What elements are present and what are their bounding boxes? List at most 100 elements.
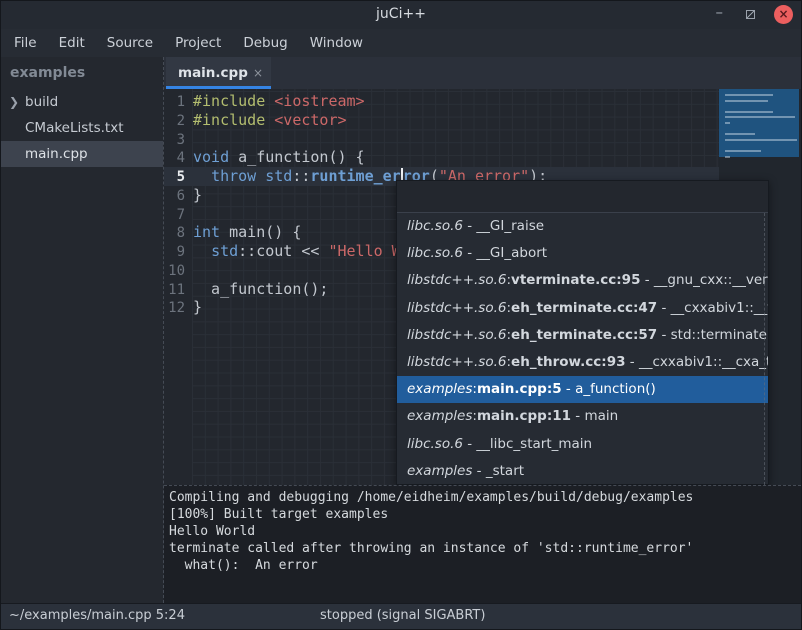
- terminal-line: Compiling and debugging /home/eidheim/ex…: [169, 489, 801, 506]
- line-number: 12: [164, 299, 185, 318]
- library-name: libc.so.6: [407, 436, 463, 452]
- menu-file[interactable]: File: [3, 35, 48, 51]
- sidebar-item-build[interactable]: ❯build: [1, 89, 163, 115]
- file-location: eh_terminate.cc:57: [511, 327, 657, 343]
- status-bar: ~/examples/main.cpp 5:24 stopped (signal…: [1, 603, 801, 629]
- tab-main.cpp[interactable]: main.cpp ×: [166, 57, 271, 89]
- status-file-location: ~/examples/main.cpp 5:24: [9, 608, 185, 623]
- minimap-line: [725, 122, 730, 124]
- minimap-line: [725, 150, 761, 152]
- code-token: [193, 242, 211, 260]
- line-number: 2: [164, 112, 185, 131]
- library-name: libstdc++.so.6: [407, 300, 506, 316]
- library-name: examples: [407, 408, 472, 424]
- code-token: ::cout <<: [238, 242, 328, 260]
- backtrace-list: libc.so.6 - __GI_raiselibc.so.6 - __GI_a…: [397, 213, 768, 485]
- window-title: juCi++: [1, 6, 801, 22]
- code-editor[interactable]: 1#include <iostream>2 #include <vector> 34…: [164, 89, 801, 485]
- file-location: eh_throw.cc:93: [511, 354, 625, 370]
- file-location: main.cpp:11: [477, 408, 571, 424]
- code-token: }: [193, 186, 202, 204]
- line-number: 4: [164, 149, 185, 168]
- code-token: runtime_er: [310, 167, 400, 185]
- code-token: ::: [292, 167, 310, 185]
- minimap-line: [725, 116, 795, 118]
- project-name: examples: [1, 57, 163, 89]
- backtrace-popup: libc.so.6 - __GI_raiselibc.so.6 - __GI_a…: [396, 180, 769, 485]
- line-number: 3: [164, 131, 185, 150]
- minimap-line: [725, 94, 773, 96]
- backtrace-item[interactable]: libstdc++.so.6:eh_terminate.cc:47 - __cx…: [397, 295, 768, 322]
- line-number: 6: [164, 187, 185, 206]
- library-name: libstdc++.so.6: [407, 327, 506, 343]
- code-token: void: [193, 148, 229, 166]
- sidebar-item-label: main.cpp: [25, 141, 88, 167]
- backtrace-item[interactable]: libstdc++.so.6:vterminate.cc:95 - __gnu_…: [397, 267, 768, 294]
- library-name: libstdc++.so.6: [407, 272, 506, 288]
- line-number: 9: [164, 243, 185, 262]
- close-icon[interactable]: ×: [774, 5, 793, 24]
- backtrace-item[interactable]: libc.so.6 - __GI_abort: [397, 240, 768, 267]
- library-name: libc.so.6: [407, 245, 463, 261]
- file-location: eh_terminate.cc:47: [511, 300, 657, 316]
- terminal-line: what(): An error: [169, 557, 801, 574]
- code-line[interactable]: 1#include <iostream>: [164, 92, 719, 111]
- minimap-line: [725, 111, 773, 113]
- terminal-line: [100%] Built target examples: [169, 506, 801, 523]
- backtrace-item[interactable]: libc.so.6 - __libc_start_main: [397, 431, 768, 458]
- library-name: libstdc++.so.6: [407, 354, 506, 370]
- expand-chevron-icon[interactable]: ❯: [1, 89, 25, 115]
- code-line[interactable]: 4 void a_function() {: [164, 148, 719, 167]
- tab-label: main.cpp: [178, 65, 248, 81]
- minimap-line: [725, 139, 797, 141]
- code-token: #include: [193, 111, 274, 129]
- tab-bar: main.cpp ×: [164, 57, 801, 89]
- backtrace-item[interactable]: examples:main.cpp:5 - a_function(): [397, 376, 768, 403]
- backtrace-item[interactable]: examples:main.cpp:11 - main: [397, 403, 768, 430]
- file-location: vterminate.cc:95: [511, 272, 640, 288]
- terminal-line: terminate called after throwing an insta…: [169, 540, 801, 557]
- library-name: examples: [407, 381, 472, 397]
- sidebar-item-cmakelists.txt[interactable]: CMakeLists.txt: [1, 115, 163, 141]
- backtrace-item[interactable]: libc.so.6 - __GI_raise: [397, 213, 768, 240]
- minimap-line: [725, 100, 768, 102]
- code-token: int: [193, 223, 220, 241]
- code-line[interactable]: 2 #include <vector>: [164, 111, 719, 130]
- code-line[interactable]: 3: [164, 130, 719, 149]
- code-token: a_function() {: [229, 148, 364, 166]
- code-token: [193, 167, 211, 185]
- code-token: <iostream>: [274, 92, 364, 110]
- line-number: 7: [164, 206, 185, 225]
- file-tree-sidebar: examples ❯buildCMakeLists.txtmain.cpp: [1, 57, 163, 603]
- backtrace-item[interactable]: libstdc++.so.6:eh_terminate.cc:57 - std:…: [397, 322, 768, 349]
- output-terminal[interactable]: Compiling and debugging /home/eidheim/ex…: [164, 485, 801, 603]
- menu-project[interactable]: Project: [164, 35, 232, 51]
- minimize-icon[interactable]: –: [716, 5, 724, 19]
- backtrace-item[interactable]: examples - _start: [397, 458, 768, 485]
- code-token: <vector>: [274, 111, 346, 129]
- minimap-line: [725, 156, 730, 158]
- popup-search-input[interactable]: [397, 181, 768, 213]
- backtrace-item[interactable]: libstdc++.so.6:eh_throw.cc:93 - __cxxabi…: [397, 349, 768, 376]
- juci-window: juCi++ – × FileEditSourceProjectDebugWin…: [0, 0, 802, 630]
- menu-source[interactable]: Source: [96, 35, 164, 51]
- code-token: std: [265, 167, 292, 185]
- menu-debug[interactable]: Debug: [232, 35, 298, 51]
- minimap-viewport[interactable]: [719, 89, 799, 157]
- sidebar-item-label: CMakeLists.txt: [25, 115, 124, 141]
- maximize-icon[interactable]: [746, 10, 755, 19]
- code-token: }: [193, 298, 202, 316]
- titlebar[interactable]: juCi++ – ×: [1, 1, 801, 29]
- code-token: throw: [211, 167, 256, 185]
- tab-close-icon[interactable]: ×: [253, 66, 263, 80]
- menu-edit[interactable]: Edit: [48, 35, 96, 51]
- code-token: "Hello W: [328, 242, 400, 260]
- minimap-line: [725, 133, 755, 135]
- sidebar-item-main.cpp[interactable]: main.cpp: [1, 141, 163, 167]
- library-name: libc.so.6: [407, 218, 463, 234]
- menu-window[interactable]: Window: [299, 35, 374, 51]
- code-token: std: [211, 242, 238, 260]
- terminal-line: Hello World: [169, 523, 801, 540]
- line-number: 1: [164, 93, 185, 112]
- line-number: 5: [164, 168, 185, 187]
